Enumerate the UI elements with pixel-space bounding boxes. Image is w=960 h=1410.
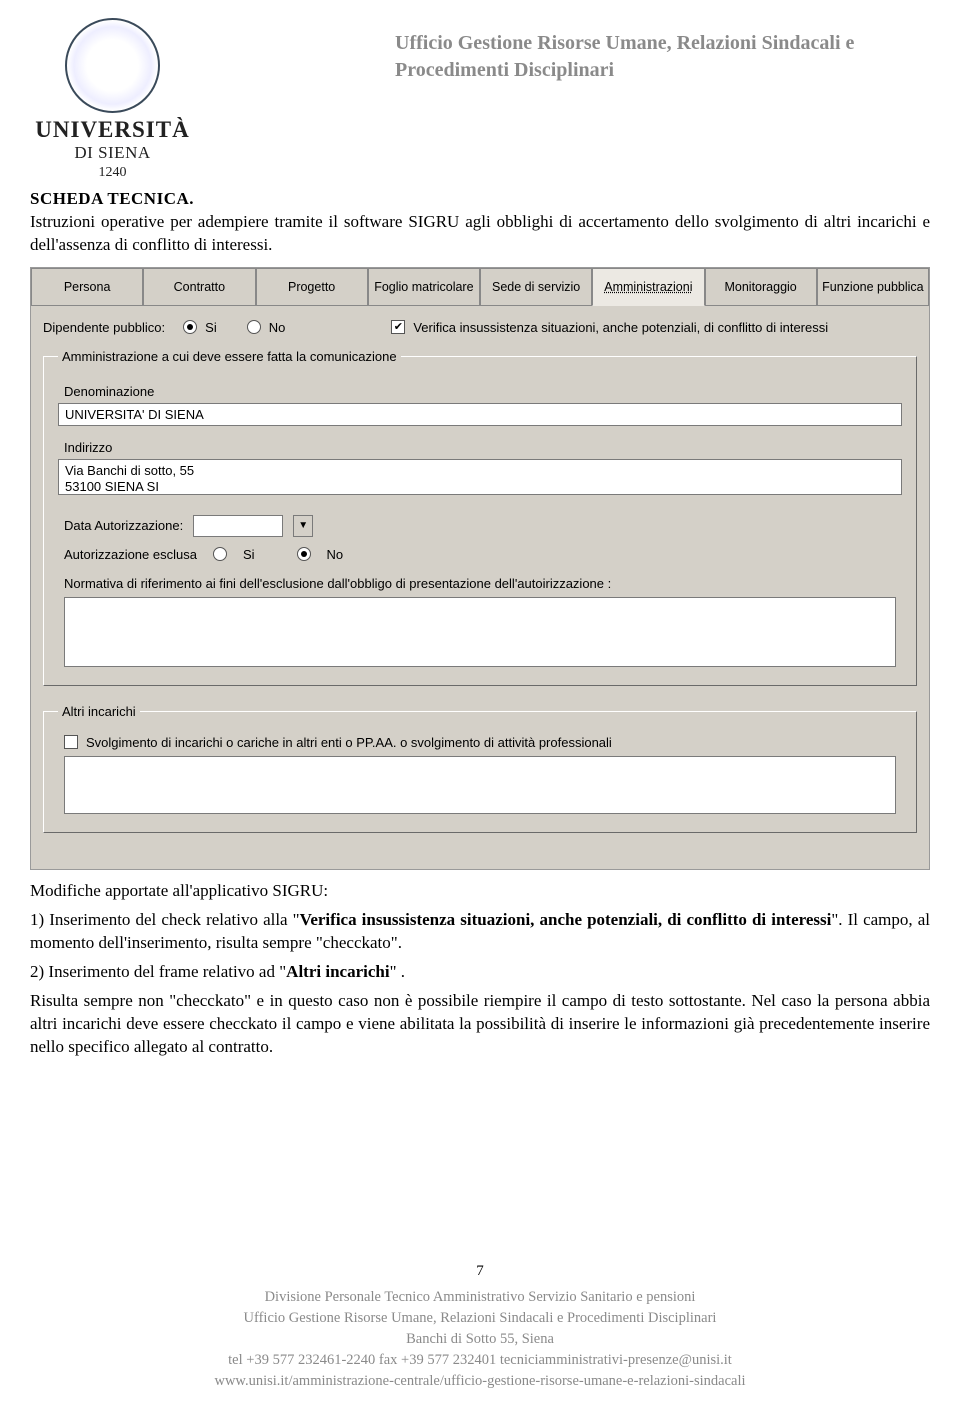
- label-verifica: Verifica insussistenza situazioni, anche…: [413, 320, 828, 335]
- input-indirizzo[interactable]: Via Banchi di sotto, 55 53100 SIENA SI: [58, 459, 902, 495]
- footer-line-4: tel +39 577 232461-2240 fax +39 577 2324…: [60, 1350, 900, 1371]
- footer-line-5: www.unisi.it/amministrazione-centrale/uf…: [60, 1371, 900, 1392]
- fieldset-amministrazione: Amministrazione a cui deve essere fatta …: [43, 349, 917, 686]
- label-si: Si: [205, 320, 217, 335]
- label-auth-si: Si: [243, 547, 255, 562]
- textarea-altri-incarichi[interactable]: [64, 756, 896, 814]
- legend-amministrazione: Amministrazione a cui deve essere fatta …: [58, 349, 401, 364]
- checkbox-altri-incarichi[interactable]: [64, 735, 78, 749]
- textarea-normativa[interactable]: [64, 597, 896, 667]
- label-denominazione: Denominazione: [64, 384, 902, 399]
- seal-icon: [65, 18, 160, 113]
- radio-auth-si[interactable]: [213, 547, 227, 561]
- modifiche-heading: Modifiche apportate all'applicativo SIGR…: [30, 880, 930, 903]
- checkbox-verifica[interactable]: ✔: [391, 320, 405, 334]
- radio-auth-no[interactable]: [297, 547, 311, 561]
- tab-monitoraggio[interactable]: Monitoraggio: [705, 268, 817, 306]
- chevron-down-icon: ▼: [298, 520, 308, 531]
- page-footer: 7 Divisione Personale Tecnico Amministra…: [0, 1261, 960, 1392]
- logo-di-siena: DI SIENA: [30, 143, 195, 163]
- intro-paragraph: Istruzioni operative per adempiere trami…: [30, 211, 930, 257]
- point-1: 1) Inserimento del check relativo alla "…: [30, 909, 930, 955]
- label-data-autorizzazione: Data Autorizzazione:: [64, 518, 183, 533]
- page-number: 7: [60, 1261, 900, 1283]
- label-auth-no: No: [327, 547, 344, 562]
- label-dipendente-pubblico: Dipendente pubblico:: [43, 320, 165, 335]
- footer-line-2: Ufficio Gestione Risorse Umane, Relazion…: [60, 1308, 900, 1329]
- logo-year: 1240: [30, 165, 195, 181]
- tab-sede-di-servizio[interactable]: Sede di servizio: [480, 268, 592, 306]
- label-no: No: [269, 320, 286, 335]
- office-title: Ufficio Gestione Risorse Umane, Relazion…: [195, 18, 930, 84]
- label-autorizzazione-esclusa: Autorizzazione esclusa: [64, 547, 197, 562]
- label-indirizzo: Indirizzo: [64, 440, 902, 455]
- tab-amministrazioni[interactable]: Amministrazioni: [592, 268, 704, 306]
- tab-panel-amministrazioni: Dipendente pubblico: Si No ✔ Verifica in…: [31, 306, 929, 869]
- dropdown-button[interactable]: ▼: [293, 515, 313, 537]
- input-denominazione[interactable]: UNIVERSITA' DI SIENA: [58, 403, 902, 426]
- fieldset-altri-incarichi: Altri incarichi Svolgimento di incarichi…: [43, 704, 917, 833]
- university-logo: UNIVERSITÀ DI SIENA 1240: [30, 18, 195, 181]
- tab-funzione-pubblica[interactable]: Funzione pubblica: [817, 268, 929, 306]
- radio-dip-no[interactable]: [247, 320, 261, 334]
- footer-line-1: Divisione Personale Tecnico Amministrati…: [60, 1287, 900, 1308]
- input-data-autorizzazione[interactable]: [193, 515, 283, 537]
- section-title: SCHEDA TECNICA.: [30, 189, 930, 209]
- tab-foglio-matricolare[interactable]: Foglio matricolare: [368, 268, 480, 306]
- label-normativa: Normativa di riferimento ai fini dell'es…: [64, 576, 896, 591]
- tab-bar: Persona Contratto Progetto Foglio matric…: [31, 268, 929, 306]
- radio-dip-si[interactable]: [183, 320, 197, 334]
- label-altri-incarichi: Svolgimento di incarichi o cariche in al…: [86, 735, 612, 750]
- tab-progetto[interactable]: Progetto: [256, 268, 368, 306]
- footer-line-3: Banchi di Sotto 55, Siena: [60, 1329, 900, 1350]
- sigru-window: Persona Contratto Progetto Foglio matric…: [30, 267, 930, 870]
- letterhead: UNIVERSITÀ DI SIENA 1240 Ufficio Gestion…: [0, 0, 960, 181]
- logo-uni: UNIVERSITÀ: [30, 117, 195, 143]
- tab-persona[interactable]: Persona: [31, 268, 143, 306]
- point-2: 2) Inserimento del frame relativo ad "Al…: [30, 961, 930, 984]
- tab-contratto[interactable]: Contratto: [143, 268, 255, 306]
- legend-altri-incarichi: Altri incarichi: [58, 704, 140, 719]
- post-screenshot-text: Modifiche apportate all'applicativo SIGR…: [0, 870, 960, 1059]
- point-3: Risulta sempre non "checckato" e in ques…: [30, 990, 930, 1059]
